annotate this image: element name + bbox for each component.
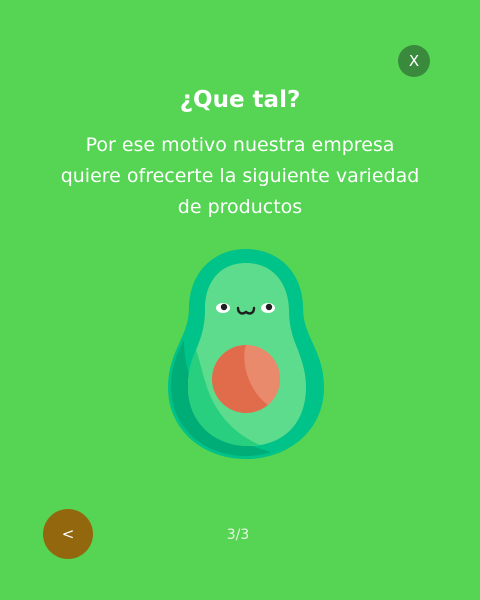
page-title: ¿Que tal? (179, 87, 301, 113)
onboarding-message: Por ese motivo nuestra empresa quiere of… (60, 134, 420, 218)
back-button[interactable]: < (43, 509, 93, 559)
page-indicator: 3/3 (226, 527, 250, 543)
avocado-icon (168, 249, 324, 459)
close-button[interactable]: X (398, 45, 430, 77)
